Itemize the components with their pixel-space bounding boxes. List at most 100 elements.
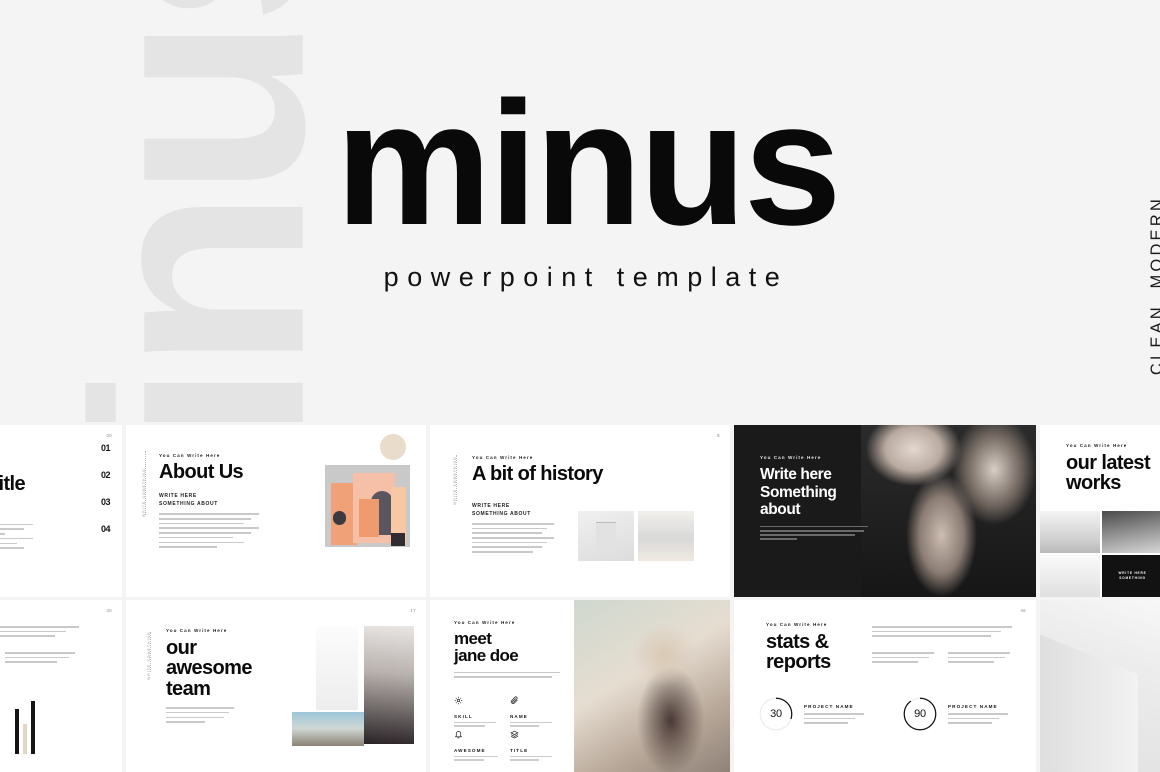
- slide-bar-chart[interactable]: 40: [0, 600, 122, 772]
- donut-chart-2: 90: [902, 696, 938, 732]
- work-photo[interactable]: [1040, 511, 1101, 553]
- slide-jane-doe[interactable]: You Can Write Here meet jane doe SKILL N…: [430, 600, 730, 772]
- slide-title: A bit of history: [472, 463, 603, 485]
- text-line: [454, 759, 485, 761]
- text-line: [0, 630, 67, 633]
- architecture-photo: [1040, 600, 1160, 772]
- gear-icon: [454, 696, 463, 705]
- donut-value: 90: [914, 708, 926, 720]
- slide-write-here[interactable]: You Can Write Here Write here Something …: [734, 425, 1036, 597]
- text-line: [166, 711, 229, 714]
- decorative-circle: [380, 434, 406, 460]
- slide-rail-text: WRITE SOMETHING: [142, 468, 146, 517]
- work-photo[interactable]: [1040, 555, 1101, 597]
- feature-label: AWESOME: [454, 748, 486, 753]
- text-line: [804, 713, 864, 715]
- abstract-artwork: [325, 465, 410, 547]
- text-line: [510, 755, 552, 757]
- portrait-photo: [860, 425, 1036, 597]
- slide-about-us[interactable]: WRITE SOMETHING You Can Write Here About…: [126, 425, 426, 597]
- vertical-claim: CLEAN, MODERN & SIMPLE: [1146, 196, 1160, 375]
- slide-title-line-1: Write here: [760, 466, 832, 483]
- person-photo: [574, 600, 730, 772]
- text-line: [0, 626, 79, 628]
- slide-latest-works[interactable]: You Can Write Here our latest works WRIT…: [1040, 425, 1160, 597]
- text-line: [760, 534, 856, 536]
- team-photo: [292, 712, 364, 746]
- slide-eyebrow: You Can Write Here: [760, 455, 822, 460]
- slide-eyebrow: You Can Write Here: [472, 455, 534, 460]
- slide-page-number: 8: [717, 433, 720, 438]
- donut-chart-1: 30: [758, 696, 794, 732]
- text-line: [5, 661, 57, 663]
- hero-center-block: minus powerpoint template: [0, 0, 1160, 422]
- text-line: [159, 527, 259, 530]
- work-photo-label-tile[interactable]: WRITE HERE SOMETHING: [1102, 555, 1160, 597]
- text-line: [159, 536, 233, 539]
- slide-project-details[interactable]: 30 You Can Write Here project title deta…: [0, 425, 122, 597]
- text-line: [0, 635, 55, 637]
- slide-title-line-2: Something: [760, 483, 837, 501]
- slide-row-1: 30 You Can Write Here project title deta…: [0, 425, 1160, 597]
- team-photo: [364, 626, 414, 744]
- layers-icon: [510, 730, 519, 739]
- chart-bar: [15, 709, 19, 754]
- building-shape: [1040, 629, 1138, 772]
- text-line: [872, 630, 1001, 633]
- slide-architecture[interactable]: [1040, 600, 1160, 772]
- slide-row-2: 40 17 WRITE SOMETHING You Can Write Here…: [0, 600, 1160, 772]
- art-shape: [333, 511, 346, 525]
- text-line: [454, 755, 498, 757]
- page-root: minus minus powerpoint template CLEAN, M…: [0, 0, 1160, 772]
- slide-page-number: 30: [106, 433, 112, 438]
- tile-label-line-1: WRITE HERE: [1118, 570, 1147, 575]
- text-line: [948, 661, 994, 663]
- slide-title-line-1: our: [166, 637, 197, 659]
- feature-awesome: AWESOME: [454, 726, 506, 761]
- text-line: [0, 528, 25, 531]
- text-line: [0, 537, 33, 540]
- text-line: [5, 656, 70, 659]
- paperclip-icon: [510, 696, 518, 704]
- bar-chart: [0, 692, 39, 754]
- brand-title: minus: [335, 65, 841, 262]
- slide-subtitle-line-2: SOMETHING ABOUT: [159, 500, 219, 507]
- slide-title-line-1: project title: [0, 473, 26, 495]
- slide-eyebrow: You Can Write Here: [0, 465, 75, 470]
- slide-awesome-team[interactable]: 17 WRITE SOMETHING You Can Write Here ou…: [126, 600, 426, 772]
- text-line: [760, 530, 864, 532]
- text-line: [159, 541, 244, 544]
- text-line: [872, 656, 930, 659]
- feature-label: TITLE: [510, 748, 529, 753]
- team-photo: [316, 626, 358, 710]
- slide-title-line-1: stats &: [766, 631, 829, 653]
- text-line: [159, 513, 259, 515]
- slide-history[interactable]: 8 WRITE SOMETHING You Can Write Here A b…: [430, 425, 730, 597]
- slide-title-line-3: about: [760, 501, 801, 519]
- chart-bar: [31, 700, 35, 754]
- text-line: [472, 527, 548, 530]
- text-line: [166, 707, 234, 709]
- slide-page-number: 46: [1020, 608, 1026, 613]
- hero-section: minus minus powerpoint template CLEAN, M…: [0, 0, 1160, 422]
- work-photo[interactable]: [1102, 511, 1160, 553]
- text-line: [948, 652, 1010, 654]
- slide-page-number: 17: [410, 608, 416, 613]
- slide-title-line-2: details: [0, 494, 75, 514]
- slide-title-line-2: awesome: [166, 657, 252, 680]
- text-line: [472, 523, 554, 525]
- slide-title-line-1: our latest: [1066, 452, 1151, 474]
- list-number: 02: [100, 470, 111, 480]
- slide-title-line-1: meet: [454, 629, 492, 648]
- product-photo: [638, 511, 694, 561]
- list-number: 01: [100, 443, 111, 453]
- text-line: [159, 546, 217, 548]
- slide-stats-reports[interactable]: 46 You Can Write Here stats & reports 30…: [734, 600, 1036, 772]
- text-line: [454, 721, 496, 723]
- text-line: [948, 717, 999, 720]
- vertical-claim-line-1: CLEAN, MODERN: [1148, 196, 1160, 376]
- project-label: PROJECT NAME: [804, 704, 854, 709]
- feature-name: NAME: [510, 692, 560, 727]
- text-line: [472, 541, 548, 544]
- product-shape: [595, 522, 617, 550]
